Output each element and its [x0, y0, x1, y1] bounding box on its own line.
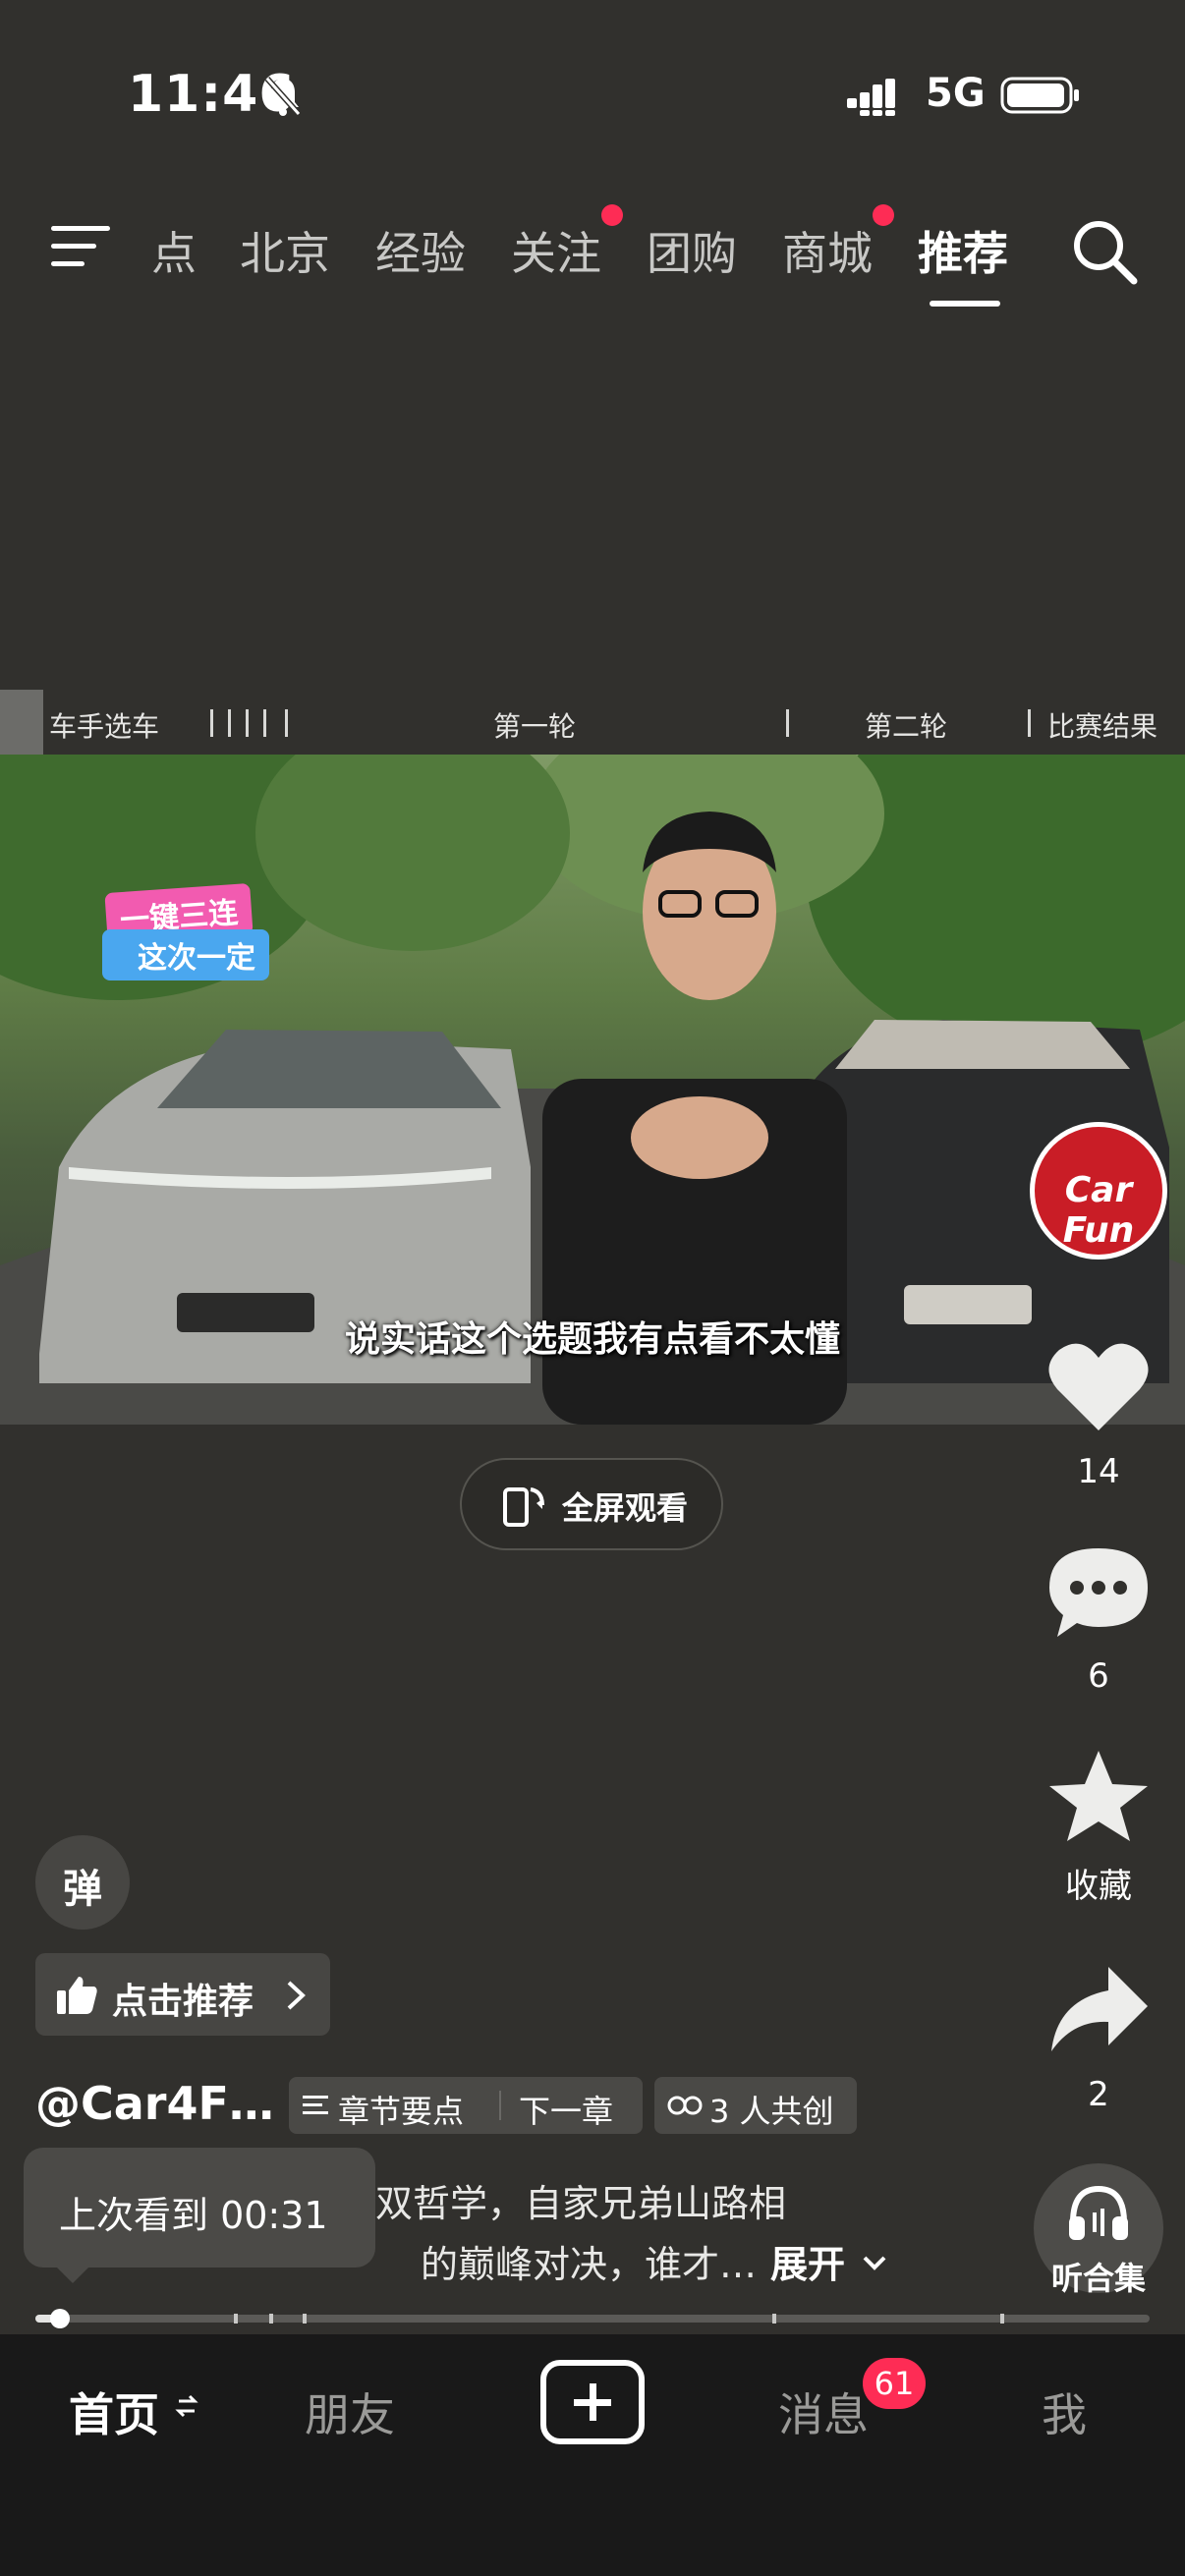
network-type: 5G: [926, 71, 986, 116]
chapter-tick: [285, 709, 288, 737]
favorite-star-icon[interactable]: [1044, 1747, 1154, 1845]
rotate-screen-icon: [503, 1487, 544, 1527]
chapter-tick: [246, 709, 249, 737]
progress-chapter-tick: [1000, 2314, 1004, 2324]
danmaku-label: 弹: [63, 1867, 102, 1912]
description-line-1: 双哲学，自家兄弟山路相: [375, 2182, 787, 2225]
nav-me[interactable]: 我: [1042, 2380, 1087, 2444]
menu-icon[interactable]: [51, 224, 112, 269]
author-avatar[interactable]: Car Fun: [1030, 1122, 1167, 1260]
chevron-down-icon: [863, 2256, 886, 2270]
tab-recommend[interactable]: 推荐: [918, 218, 1008, 283]
chapter-label-4[interactable]: 比赛结果: [1047, 705, 1157, 745]
share-count: 2: [1088, 2075, 1109, 2114]
sticker-this-time: 这次一定: [102, 929, 269, 980]
chapter-tick: [263, 709, 266, 737]
following-dot: [601, 204, 623, 226]
nav-home[interactable]: 首页: [69, 2380, 159, 2444]
chapter-tick: [786, 709, 789, 737]
mute-bell-icon: [264, 77, 302, 116]
chapter-current-marker: [0, 690, 43, 755]
tab-dian[interactable]: 点: [151, 218, 197, 283]
like-heart-icon[interactable]: [1044, 1338, 1154, 1436]
progress-chapter-tick: [303, 2314, 307, 2324]
active-tab-indicator: [930, 301, 1000, 307]
like-count: 14: [1077, 1452, 1120, 1491]
chapter-points-tag[interactable]: 章节要点: [338, 2087, 464, 2132]
nav-friends[interactable]: 朋友: [305, 2380, 395, 2444]
expand-button[interactable]: 展开: [770, 2234, 845, 2295]
list-icon: [303, 2096, 328, 2114]
fullscreen-button[interactable]: 全屏观看: [460, 1458, 723, 1550]
create-button[interactable]: [540, 2360, 645, 2444]
headphones-icon: [1069, 2185, 1128, 2240]
progress-chapter-tick: [772, 2314, 776, 2324]
progress-chapter-tick: [269, 2314, 273, 2324]
chapter-tick: [1028, 709, 1031, 737]
search-icon[interactable]: [1069, 216, 1140, 287]
plus-icon: [574, 2383, 611, 2421]
thumbs-up-icon: [57, 1977, 97, 2014]
recommend-label: 点击推荐: [112, 1982, 254, 2022]
tab-experience[interactable]: 经验: [375, 218, 466, 283]
tab-mall[interactable]: 商城: [782, 218, 873, 283]
fullscreen-label: 全屏观看: [562, 1489, 689, 1527]
recommend-button[interactable]: 点击推荐: [35, 1953, 330, 2036]
nav-messages[interactable]: 消息: [778, 2380, 869, 2444]
avatar-logo-text: Car Fun: [1062, 1170, 1135, 1251]
chapter-tick: [228, 709, 231, 737]
switch-arrows-icon: [175, 2394, 198, 2418]
video-subtitle: 说实话这个选题我有点看不太懂: [344, 1319, 840, 1360]
progress-chapter-tick: [234, 2314, 238, 2324]
tab-group-buy[interactable]: 团购: [647, 218, 737, 283]
messages-badge: 61: [863, 2358, 926, 2409]
favorite-label: 收藏: [1065, 1867, 1132, 1906]
link-icon: [667, 2096, 703, 2115]
tag-divider: [499, 2091, 501, 2120]
progress-knob[interactable]: [50, 2309, 70, 2328]
mall-dot: [873, 204, 894, 226]
comment-count: 6: [1088, 1656, 1109, 1696]
chevron-right-icon: [287, 1981, 306, 2010]
chapter-label-2[interactable]: 第一轮: [493, 705, 576, 745]
battery-icon: [1000, 77, 1079, 114]
chapter-tag-group: 章节要点 下一章: [289, 2077, 643, 2134]
tooltip-arrow: [55, 2266, 90, 2283]
tab-beijing[interactable]: 北京: [240, 218, 330, 283]
danmaku-button[interactable]: 弹: [35, 1835, 130, 1930]
resume-tooltip[interactable]: 上次看到 00:31: [24, 2148, 375, 2268]
listen-collection-label: 听合集: [1050, 2260, 1146, 2297]
next-chapter-tag[interactable]: 下一章: [519, 2087, 613, 2132]
share-arrow-icon[interactable]: [1044, 1961, 1154, 2059]
chapter-label-1[interactable]: 车手选车: [49, 705, 159, 745]
co-create-label: 3 人共创: [709, 2093, 834, 2130]
tab-following[interactable]: 关注: [511, 218, 601, 283]
co-create-tag[interactable]: 3 人共创: [654, 2077, 857, 2134]
progress-track[interactable]: [35, 2315, 1150, 2323]
description-line-2: 的巅峰对决，谁才…: [421, 2243, 758, 2286]
author-name[interactable]: @Car4F…: [35, 2077, 274, 2130]
chapter-label-3[interactable]: 第二轮: [865, 705, 947, 745]
comment-icon[interactable]: [1044, 1542, 1154, 1641]
resume-tooltip-text: 上次看到 00:31: [59, 2194, 328, 2237]
chapter-tick: [210, 709, 213, 737]
signal-icon: [847, 79, 895, 116]
